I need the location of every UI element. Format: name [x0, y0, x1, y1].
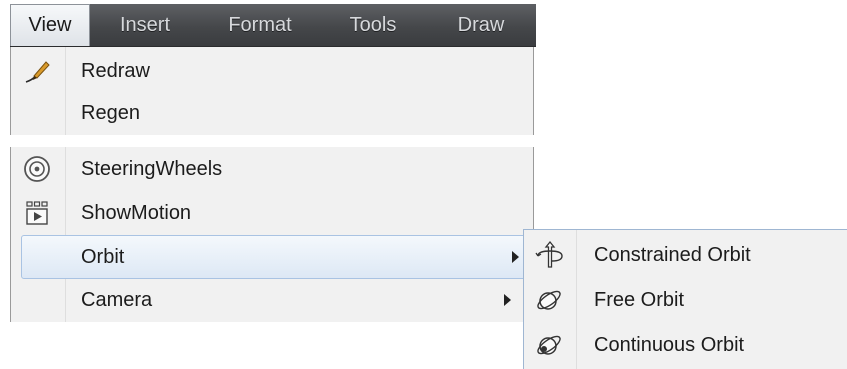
- menu-draw[interactable]: Draw: [426, 4, 536, 46]
- menu-item-steeringwheels[interactable]: SteeringWheels: [11, 147, 533, 191]
- menu-tools[interactable]: Tools: [320, 4, 426, 46]
- view-menu-top: Redraw Regen: [10, 47, 534, 135]
- submenu-item-constrained-orbit[interactable]: Constrained Orbit: [524, 232, 847, 278]
- free-orbit-icon: [532, 282, 568, 318]
- steering-wheel-icon: [19, 151, 55, 187]
- submenu-item-label: Constrained Orbit: [594, 243, 751, 266]
- menu-item-label: ShowMotion: [81, 201, 192, 224]
- submenu-arrow-icon: [504, 294, 511, 306]
- menu-item-orbit[interactable]: Orbit: [21, 235, 533, 279]
- menu-item-label: SteeringWheels: [81, 157, 223, 180]
- view-menu-bottom: SteeringWheels ShowMotion Orbit Camera: [10, 147, 534, 322]
- menu-item-label: Regen: [81, 101, 140, 124]
- menu-item-label: Camera: [81, 288, 153, 311]
- submenu-item-continuous-orbit[interactable]: Continuous Orbit: [524, 322, 847, 368]
- redraw-pencil-icon: [19, 53, 55, 89]
- constrained-orbit-icon: [532, 237, 568, 273]
- showmotion-icon: [19, 195, 55, 231]
- submenu-arrow-icon: [512, 251, 519, 263]
- menu-insert[interactable]: Insert: [90, 4, 200, 46]
- menu-bar: View Insert Format Tools Draw: [10, 4, 536, 47]
- menu-item-label: Redraw: [81, 59, 150, 82]
- continuous-orbit-icon: [532, 327, 568, 363]
- menu-item-camera[interactable]: Camera: [11, 278, 533, 322]
- menu-item-regen[interactable]: Regen: [11, 91, 533, 135]
- menu-view[interactable]: View: [10, 4, 90, 46]
- menu-item-showmotion[interactable]: ShowMotion: [11, 191, 533, 235]
- menu-item-redraw[interactable]: Redraw: [11, 49, 533, 93]
- menu-item-label: Orbit: [81, 245, 125, 268]
- menu-format[interactable]: Format: [200, 4, 320, 46]
- submenu-item-label: Free Orbit: [594, 288, 685, 311]
- orbit-submenu: Constrained Orbit Free Orbit Continuous …: [523, 229, 847, 369]
- submenu-item-free-orbit[interactable]: Free Orbit: [524, 277, 847, 323]
- submenu-item-label: Continuous Orbit: [594, 333, 745, 356]
